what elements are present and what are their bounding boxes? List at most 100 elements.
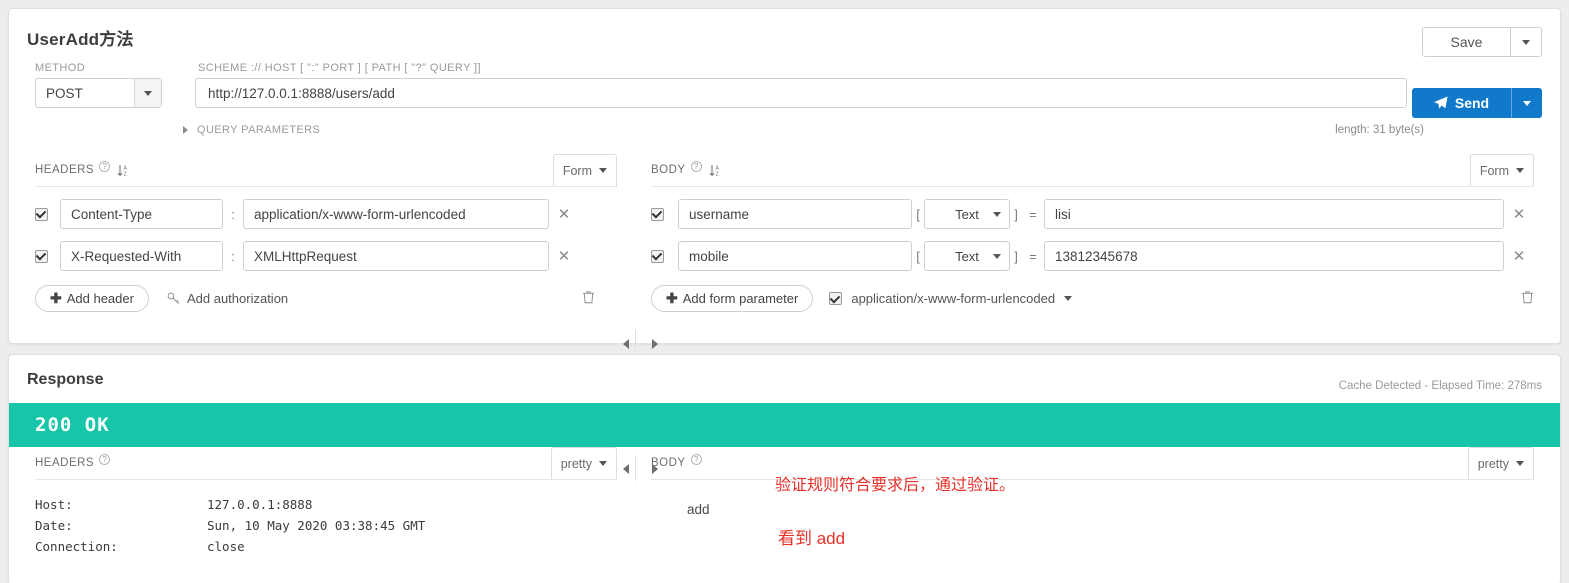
response-title: Response <box>27 371 104 388</box>
body-param-name-input[interactable]: username <box>678 199 912 229</box>
send-button[interactable]: Send <box>1412 88 1512 118</box>
chevron-down-icon <box>993 253 1001 259</box>
body-param-type-value: Text <box>955 248 979 264</box>
svg-text:Z: Z <box>124 171 127 176</box>
response-header-value: Sun, 10 May 2020 03:38:45 GMT <box>207 518 426 533</box>
response-headers-mode-dropdown[interactable]: pretty <box>550 447 617 479</box>
chevron-down-icon <box>1516 461 1524 466</box>
content-type-checkbox[interactable] <box>829 292 843 305</box>
response-header-key: Date: <box>35 518 73 533</box>
send-button-label: Send <box>1454 95 1490 111</box>
request-headers-section: HEADERS ? A Z Form Content-Type: applic… <box>9 154 617 312</box>
header-row-checkbox[interactable] <box>35 207 48 221</box>
sort-az-icon[interactable]: A Z <box>117 164 129 177</box>
bracket-open: [ <box>916 206 920 222</box>
body-param-value-input[interactable]: 13812345678 <box>1044 241 1504 271</box>
remove-header-icon[interactable]: ✕ <box>549 247 579 265</box>
bracket-open: [ <box>916 248 920 264</box>
chevron-down-icon <box>144 90 152 96</box>
request-body-mode-dropdown[interactable]: Form <box>1469 154 1534 186</box>
body-param-type-select[interactable]: Text <box>924 241 1010 271</box>
body-param-type-select[interactable]: Text <box>924 199 1010 229</box>
response-body-mode-dropdown[interactable]: pretty <box>1467 447 1534 479</box>
collapse-right-button[interactable] <box>648 336 662 352</box>
chevron-down-icon <box>1523 100 1531 106</box>
body-param-type-value: Text <box>955 206 979 222</box>
method-label: METHOD <box>35 62 86 74</box>
triangle-right-icon <box>652 339 658 349</box>
send-dropdown-toggle[interactable] <box>1512 88 1542 118</box>
request-body-title: BODY <box>651 164 686 176</box>
column-divider <box>635 330 636 356</box>
request-headers-header: HEADERS ? A Z Form <box>35 154 617 187</box>
plus-icon: ✚ <box>50 290 62 306</box>
body-row-checkbox[interactable] <box>651 249 664 263</box>
paper-plane-icon <box>1433 96 1448 109</box>
add-form-parameter-label: Add form parameter <box>682 291 799 306</box>
body-content-type-row[interactable]: application/x-www-form-urlencoded <box>829 291 1073 306</box>
request-body-actions: ✚ Add form parameter application/x-www-f… <box>651 285 1534 312</box>
add-authorization-button[interactable]: Add authorization <box>167 291 288 306</box>
send-button-group[interactable]: Send <box>1412 88 1542 118</box>
chevron-down-icon <box>993 211 1001 217</box>
header-value-input[interactable]: application/x-www-form-urlencoded <box>243 199 549 229</box>
method-select-toggle[interactable] <box>134 79 161 107</box>
add-header-label: Add header <box>66 291 134 306</box>
page-title: UserAdd方法 <box>27 30 134 49</box>
save-button-group[interactable]: Save <box>1422 27 1542 57</box>
remove-body-param-icon[interactable]: ✕ <box>1504 247 1534 265</box>
response-header-key: Connection: <box>35 539 118 554</box>
collapse-left-button[interactable] <box>619 336 633 352</box>
plus-icon: ✚ <box>666 290 678 306</box>
response-headers-header: HEADERS ? pretty <box>35 447 617 480</box>
body-row-checkbox[interactable] <box>651 207 664 221</box>
response-body-value: add <box>687 502 710 517</box>
response-header-key: Host: <box>35 497 73 512</box>
table-row: mobile [ Text ] = 13812345678 ✕ <box>651 241 1534 271</box>
request-headers-actions: ✚ Add header Add authorization <box>35 285 617 312</box>
table-row: Host: 127.0.0.1:8888 <box>35 494 617 515</box>
request-headers-mode-dropdown[interactable]: Form <box>552 154 617 186</box>
add-authorization-label: Add authorization <box>186 291 289 306</box>
remove-header-icon[interactable]: ✕ <box>549 205 579 223</box>
method-url-row: POST http://127.0.0.1:8888/users/add <box>9 78 1560 108</box>
query-parameters-label: QUERY PARAMETERS <box>197 124 321 136</box>
help-icon[interactable]: ? <box>690 453 702 465</box>
help-icon[interactable]: ? <box>99 160 111 172</box>
header-value-input[interactable]: XMLHttpRequest <box>243 241 549 271</box>
body-param-value-input[interactable]: lisi <box>1044 199 1504 229</box>
add-form-parameter-button[interactable]: ✚ Add form parameter <box>651 285 814 312</box>
save-dropdown-toggle[interactable] <box>1511 28 1541 56</box>
save-button[interactable]: Save <box>1423 28 1511 56</box>
table-row: X-Requested-With : XMLHttpRequest ✕ <box>35 241 617 271</box>
field-labels-row: METHOD SCHEME :// HOST [ ":" PORT ] [ PA… <box>9 50 1560 74</box>
sort-az-icon[interactable]: A Z <box>709 164 721 177</box>
header-row-checkbox[interactable] <box>35 249 48 263</box>
request-panel: UserAdd方法 Save Send length: 31 byte(s) M… <box>8 8 1561 356</box>
remove-body-param-icon[interactable]: ✕ <box>1504 205 1534 223</box>
request-body-header: BODY ? A Z Form <box>651 154 1534 187</box>
header-key-input[interactable]: X-Requested-With <box>60 241 223 271</box>
method-select-value: POST <box>46 85 83 101</box>
chevron-down-icon <box>1516 168 1524 173</box>
response-body-section: BODY ? pretty add <box>617 447 1560 557</box>
table-row: Connection: close <box>35 536 617 557</box>
content-type-label: application/x-www-form-urlencoded <box>851 291 1056 306</box>
request-length-note: length: 31 byte(s) <box>1335 124 1424 136</box>
method-select[interactable]: POST <box>35 78 162 108</box>
bracket-close: ] <box>1014 206 1018 222</box>
svg-text:Z: Z <box>715 171 718 176</box>
trash-icon <box>582 291 595 304</box>
request-columns: HEADERS ? A Z Form Content-Type: applic… <box>9 154 1560 356</box>
body-param-name-input[interactable]: mobile <box>678 241 912 271</box>
help-icon[interactable]: ? <box>690 160 702 172</box>
clear-headers-button[interactable] <box>582 290 595 307</box>
url-input[interactable]: http://127.0.0.1:8888/users/add <box>195 78 1407 108</box>
response-status-bar: 200 OK <box>9 403 1560 447</box>
table-row: Date: Sun, 10 May 2020 03:38:45 GMT <box>35 515 617 536</box>
help-icon[interactable]: ? <box>99 453 111 465</box>
clear-body-button[interactable] <box>1521 290 1534 307</box>
add-header-button[interactable]: ✚ Add header <box>35 285 149 312</box>
header-key-input[interactable]: Content-Type <box>60 199 223 229</box>
api-client-window: UserAdd方法 Save Send length: 31 byte(s) M… <box>0 8 1569 583</box>
